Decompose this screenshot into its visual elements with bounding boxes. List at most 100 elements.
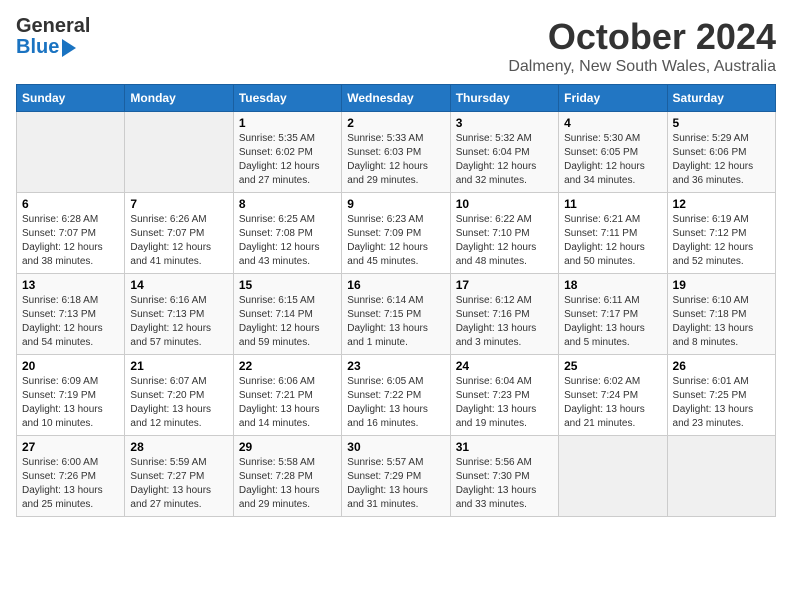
day-info: Sunrise: 6:26 AM Sunset: 7:07 PM Dayligh… <box>130 213 227 269</box>
day-number: 21 <box>130 359 227 373</box>
main-title: October 2024 <box>508 16 776 58</box>
day-number: 5 <box>673 116 770 130</box>
day-info: Sunrise: 5:59 AM Sunset: 7:27 PM Dayligh… <box>130 456 227 512</box>
calendar-cell: 25 Sunrise: 6:02 AM Sunset: 7:24 PM Dayli… <box>559 355 667 436</box>
header-cell-saturday: Saturday <box>667 85 775 112</box>
calendar-cell: 18Sunrise: 6:11 AM Sunset: 7:17 PM Dayli… <box>559 274 667 355</box>
day-number: 6 <box>22 197 119 211</box>
day-number: 30 <box>347 440 444 454</box>
calendar-header: SundayMondayTuesdayWednesdayThursdayFrid… <box>17 85 776 112</box>
calendar-cell <box>559 436 667 517</box>
week-row-2: 6 Sunrise: 6:28 AM Sunset: 7:07 PM Daylig… <box>17 193 776 274</box>
day-number: 18 <box>564 278 661 292</box>
calendar-cell: 9 Sunrise: 6:23 AM Sunset: 7:09 PM Daylig… <box>342 193 450 274</box>
day-number: 27 <box>22 440 119 454</box>
calendar-cell: 5 Sunrise: 5:29 AM Sunset: 6:06 PM Daylig… <box>667 112 775 193</box>
day-number: 26 <box>673 359 770 373</box>
header-cell-wednesday: Wednesday <box>342 85 450 112</box>
header-cell-tuesday: Tuesday <box>233 85 341 112</box>
day-number: 1 <box>239 116 336 130</box>
day-number: 12 <box>673 197 770 211</box>
day-info: Sunrise: 6:01 AM Sunset: 7:25 PM Dayligh… <box>673 375 770 431</box>
day-info: Sunrise: 6:16 AM Sunset: 7:13 PM Dayligh… <box>130 294 227 350</box>
calendar-cell: 16 Sunrise: 6:14 AM Sunset: 7:15 PM Dayli… <box>342 274 450 355</box>
day-info: Sunrise: 6:28 AM Sunset: 7:07 PM Dayligh… <box>22 213 119 269</box>
calendar-cell <box>125 112 233 193</box>
day-number: 9 <box>347 197 444 211</box>
day-info: Sunrise: 6:07 AM Sunset: 7:20 PM Dayligh… <box>130 375 227 431</box>
calendar-cell: 2 Sunrise: 5:33 AM Sunset: 6:03 PM Daylig… <box>342 112 450 193</box>
calendar-cell: 20Sunrise: 6:09 AM Sunset: 7:19 PM Dayli… <box>17 355 125 436</box>
header-cell-friday: Friday <box>559 85 667 112</box>
header-row: SundayMondayTuesdayWednesdayThursdayFrid… <box>17 85 776 112</box>
day-info: Sunrise: 5:56 AM Sunset: 7:30 PM Dayligh… <box>456 456 553 512</box>
calendar-cell: 11 Sunrise: 6:21 AM Sunset: 7:11 PM Dayli… <box>559 193 667 274</box>
day-number: 15 <box>239 278 336 292</box>
calendar-cell: 7 Sunrise: 6:26 AM Sunset: 7:07 PM Daylig… <box>125 193 233 274</box>
calendar-cell: 19Sunrise: 6:10 AM Sunset: 7:18 PM Dayli… <box>667 274 775 355</box>
day-info: Sunrise: 6:02 AM Sunset: 7:24 PM Dayligh… <box>564 375 661 431</box>
day-number: 13 <box>22 278 119 292</box>
day-number: 4 <box>564 116 661 130</box>
header-cell-thursday: Thursday <box>450 85 558 112</box>
calendar-cell: 17 Sunrise: 6:12 AM Sunset: 7:16 PM Dayli… <box>450 274 558 355</box>
day-info: Sunrise: 6:05 AM Sunset: 7:22 PM Dayligh… <box>347 375 444 431</box>
day-number: 16 <box>347 278 444 292</box>
day-info: Sunrise: 6:22 AM Sunset: 7:10 PM Dayligh… <box>456 213 553 269</box>
logo-blue-text: Blue <box>16 36 59 59</box>
day-number: 25 <box>564 359 661 373</box>
calendar-cell: 23 Sunrise: 6:05 AM Sunset: 7:22 PM Dayli… <box>342 355 450 436</box>
day-info: Sunrise: 5:32 AM Sunset: 6:04 PM Dayligh… <box>456 132 553 188</box>
title-area: October 2024 Dalmeny, New South Wales, A… <box>508 16 776 76</box>
day-info: Sunrise: 6:21 AM Sunset: 7:11 PM Dayligh… <box>564 213 661 269</box>
day-number: 22 <box>239 359 336 373</box>
day-info: Sunrise: 5:29 AM Sunset: 6:06 PM Dayligh… <box>673 132 770 188</box>
calendar-body: 1 Sunrise: 5:35 AM Sunset: 6:02 PM Daylig… <box>17 112 776 517</box>
calendar-cell: 12Sunrise: 6:19 AM Sunset: 7:12 PM Dayli… <box>667 193 775 274</box>
calendar-cell: 30 Sunrise: 5:57 AM Sunset: 7:29 PM Dayli… <box>342 436 450 517</box>
day-number: 29 <box>239 440 336 454</box>
calendar-cell: 27Sunrise: 6:00 AM Sunset: 7:26 PM Dayli… <box>17 436 125 517</box>
day-info: Sunrise: 5:35 AM Sunset: 6:02 PM Dayligh… <box>239 132 336 188</box>
calendar-cell: 10Sunrise: 6:22 AM Sunset: 7:10 PM Dayli… <box>450 193 558 274</box>
day-info: Sunrise: 5:57 AM Sunset: 7:29 PM Dayligh… <box>347 456 444 512</box>
day-info: Sunrise: 6:06 AM Sunset: 7:21 PM Dayligh… <box>239 375 336 431</box>
day-number: 14 <box>130 278 227 292</box>
calendar-cell: 26 Sunrise: 6:01 AM Sunset: 7:25 PM Dayli… <box>667 355 775 436</box>
calendar-table: SundayMondayTuesdayWednesdayThursdayFrid… <box>16 84 776 517</box>
day-info: Sunrise: 5:58 AM Sunset: 7:28 PM Dayligh… <box>239 456 336 512</box>
calendar-cell: 31Sunrise: 5:56 AM Sunset: 7:30 PM Dayli… <box>450 436 558 517</box>
day-info: Sunrise: 6:04 AM Sunset: 7:23 PM Dayligh… <box>456 375 553 431</box>
header-cell-sunday: Sunday <box>17 85 125 112</box>
day-number: 8 <box>239 197 336 211</box>
calendar-cell: 21 Sunrise: 6:07 AM Sunset: 7:20 PM Dayli… <box>125 355 233 436</box>
day-info: Sunrise: 6:14 AM Sunset: 7:15 PM Dayligh… <box>347 294 444 350</box>
day-number: 3 <box>456 116 553 130</box>
day-number: 2 <box>347 116 444 130</box>
day-number: 24 <box>456 359 553 373</box>
day-number: 11 <box>564 197 661 211</box>
day-info: Sunrise: 6:23 AM Sunset: 7:09 PM Dayligh… <box>347 213 444 269</box>
calendar-cell: 14 Sunrise: 6:16 AM Sunset: 7:13 PM Dayli… <box>125 274 233 355</box>
calendar-cell: 15 Sunrise: 6:15 AM Sunset: 7:14 PM Dayli… <box>233 274 341 355</box>
logo: General Blue <box>16 16 90 59</box>
week-row-4: 20Sunrise: 6:09 AM Sunset: 7:19 PM Dayli… <box>17 355 776 436</box>
day-number: 7 <box>130 197 227 211</box>
day-info: Sunrise: 6:12 AM Sunset: 7:16 PM Dayligh… <box>456 294 553 350</box>
day-info: Sunrise: 5:33 AM Sunset: 6:03 PM Dayligh… <box>347 132 444 188</box>
day-number: 28 <box>130 440 227 454</box>
calendar-cell: 4 Sunrise: 5:30 AM Sunset: 6:05 PM Daylig… <box>559 112 667 193</box>
day-number: 20 <box>22 359 119 373</box>
calendar-cell: 3 Sunrise: 5:32 AM Sunset: 6:04 PM Daylig… <box>450 112 558 193</box>
subtitle: Dalmeny, New South Wales, Australia <box>508 58 776 76</box>
calendar-cell: 1 Sunrise: 5:35 AM Sunset: 6:02 PM Daylig… <box>233 112 341 193</box>
day-info: Sunrise: 6:18 AM Sunset: 7:13 PM Dayligh… <box>22 294 119 350</box>
day-number: 23 <box>347 359 444 373</box>
calendar-cell: 29 Sunrise: 5:58 AM Sunset: 7:28 PM Dayli… <box>233 436 341 517</box>
day-info: Sunrise: 5:30 AM Sunset: 6:05 PM Dayligh… <box>564 132 661 188</box>
logo-arrow-icon <box>62 39 76 57</box>
week-row-1: 1 Sunrise: 5:35 AM Sunset: 6:02 PM Daylig… <box>17 112 776 193</box>
day-info: Sunrise: 6:25 AM Sunset: 7:08 PM Dayligh… <box>239 213 336 269</box>
day-number: 17 <box>456 278 553 292</box>
day-info: Sunrise: 6:15 AM Sunset: 7:14 PM Dayligh… <box>239 294 336 350</box>
